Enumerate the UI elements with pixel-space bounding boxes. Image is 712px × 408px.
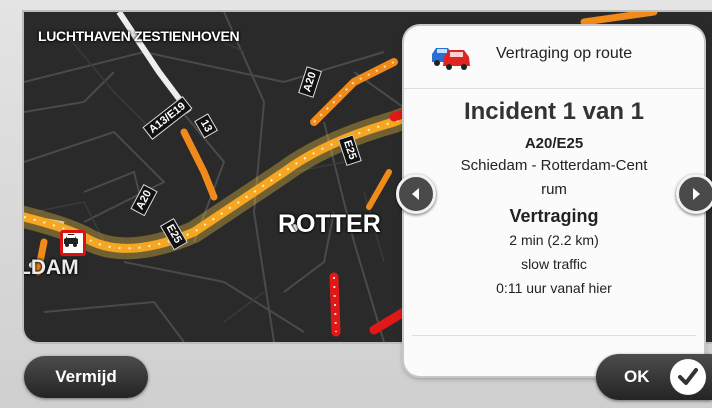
ok-label: OK xyxy=(624,367,650,386)
checkmark-icon xyxy=(670,359,706,395)
town-label: LDAM xyxy=(24,256,79,279)
traffic-type: slow traffic xyxy=(521,256,587,272)
navigation-screen: LUCHTHAVEN ZESTIENHOVEN ROTTER LDAM A13/… xyxy=(0,0,712,408)
incident-count: Incident 1 van 1 xyxy=(463,98,645,125)
next-incident-button[interactable] xyxy=(676,174,712,214)
highway-a13 xyxy=(116,12,192,114)
traffic-cars-icon xyxy=(432,48,470,70)
delay-amount: 2 min (2.2 km) xyxy=(509,232,599,248)
panel-header: Vertraging op route xyxy=(404,26,704,89)
segment-line: rum xyxy=(541,181,567,198)
panel-title: Vertraging op route xyxy=(496,45,633,62)
avoid-button[interactable]: Vermijd xyxy=(24,356,148,398)
arrow-right-icon xyxy=(693,188,700,200)
road-name: A20/E25 xyxy=(524,135,584,152)
road-segment: Schiedam - Rotterdam-Cent rum xyxy=(424,154,684,202)
eta-from-here: 0:11 uur vanaf hier xyxy=(496,280,612,296)
incident-details: Incident 1 van 1 A20/E25 Schiedam - Rott… xyxy=(424,96,684,300)
city-label: ROTTER xyxy=(278,210,381,238)
previous-incident-button[interactable] xyxy=(396,174,436,214)
incident-panel: Vertraging op route Incident 1 van 1 A20… xyxy=(404,26,704,376)
divider xyxy=(412,335,696,336)
arrow-left-icon xyxy=(412,188,419,200)
delay-heading: Vertraging xyxy=(509,206,599,226)
traffic-incident-marker[interactable] xyxy=(60,230,86,256)
car-icon xyxy=(64,234,78,247)
segment-line: Schiedam - Rotterdam-Cent xyxy=(460,157,648,174)
airport-label: LUCHTHAVEN ZESTIENHOVEN xyxy=(38,28,240,44)
ok-button[interactable]: OK xyxy=(596,354,712,400)
